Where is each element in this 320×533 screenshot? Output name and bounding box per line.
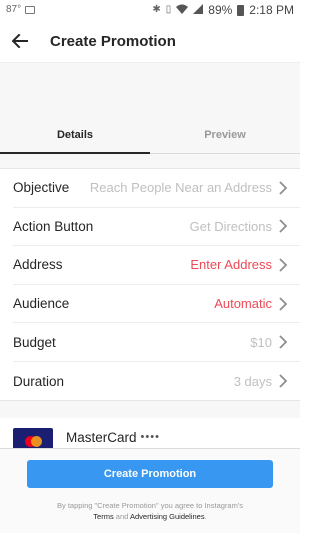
- address-value: Enter Address: [190, 257, 272, 273]
- signal-icon: [193, 3, 204, 17]
- duration-label: Duration: [13, 373, 65, 389]
- promotion-settings-list: Objective Reach People Near an Address A…: [0, 168, 300, 401]
- clock: 2:18 PM: [249, 3, 294, 17]
- audience-row[interactable]: Audience Automatic: [13, 285, 300, 324]
- temperature-text: 87°: [6, 4, 22, 15]
- chevron-right-icon: [279, 258, 288, 272]
- back-button[interactable]: [0, 20, 40, 62]
- chevron-right-icon: [279, 296, 288, 311]
- status-left: 87°: [6, 4, 36, 15]
- budget-label: Budget: [13, 334, 56, 350]
- legal-and: and: [115, 511, 129, 521]
- duration-row[interactable]: Duration 3 days: [13, 362, 300, 401]
- chevron-right-icon: [279, 181, 288, 195]
- objective-label: Objective: [13, 180, 70, 196]
- action-button-row[interactable]: Action Button Get Directions: [13, 208, 300, 247]
- audience-value: Automatic: [214, 296, 272, 312]
- create-promotion-button[interactable]: Create Promotion: [27, 460, 273, 488]
- image-notification-icon: [25, 6, 36, 14]
- card-digits-masked: ••••: [140, 431, 160, 443]
- address-label: Address: [13, 257, 63, 273]
- duration-value: 3 days: [233, 373, 272, 389]
- chevron-right-icon: [279, 219, 288, 234]
- objective-row[interactable]: Objective Reach People Near an Address: [13, 169, 300, 208]
- audience-label: Audience: [13, 296, 70, 312]
- chevron-right-icon: [279, 335, 288, 349]
- payment-method-row[interactable]: MasterCard ••••: [0, 418, 300, 448]
- action-button-label: Action Button: [13, 218, 94, 234]
- objective-value: Reach People Near an Address: [89, 180, 272, 196]
- battery-icon: [237, 4, 245, 16]
- advertising-guidelines-link[interactable]: Advertising Guidelines: [130, 512, 205, 521]
- action-button-value: Get Directions: [189, 218, 272, 234]
- tab-details[interactable]: Details: [0, 116, 150, 154]
- app-header: Create Promotion: [0, 20, 300, 62]
- bottom-action-bar: Create Promotion By tapping "Create Prom…: [0, 448, 300, 533]
- page-title: Create Promotion: [50, 32, 176, 50]
- tab-preview[interactable]: Preview: [150, 116, 300, 153]
- status-right: ✱ ▯ 89% 2:18 PM: [152, 3, 294, 17]
- status-bar: 87° ✱ ▯ 89% 2:18 PM: [0, 0, 300, 20]
- legal-period: .: [204, 511, 207, 521]
- card-name: MasterCard: [66, 430, 137, 445]
- budget-row[interactable]: Budget $10: [13, 323, 300, 362]
- tab-spacer: [0, 154, 300, 168]
- header-spacer: [0, 62, 300, 116]
- mastercard-orange-circle: [31, 436, 42, 447]
- mastercard-logo-icon: [13, 428, 53, 448]
- vibrate-icon: ▯: [165, 4, 172, 15]
- wifi-icon: [176, 4, 189, 17]
- section-spacer: [0, 400, 300, 418]
- tab-bar: Details Preview: [0, 116, 300, 154]
- back-arrow-icon: [12, 34, 28, 48]
- bluetooth-icon: ✱: [152, 4, 161, 15]
- budget-value: $10: [250, 334, 272, 350]
- legal-prefix: By tapping "Create Promotion" you agree …: [56, 501, 244, 510]
- battery-percent: 89%: [208, 3, 233, 17]
- terms-link[interactable]: Terms: [93, 512, 113, 521]
- chevron-right-icon: [279, 374, 288, 388]
- legal-notice: By tapping "Create Promotion" you agree …: [10, 501, 290, 522]
- address-row[interactable]: Address Enter Address: [13, 246, 300, 285]
